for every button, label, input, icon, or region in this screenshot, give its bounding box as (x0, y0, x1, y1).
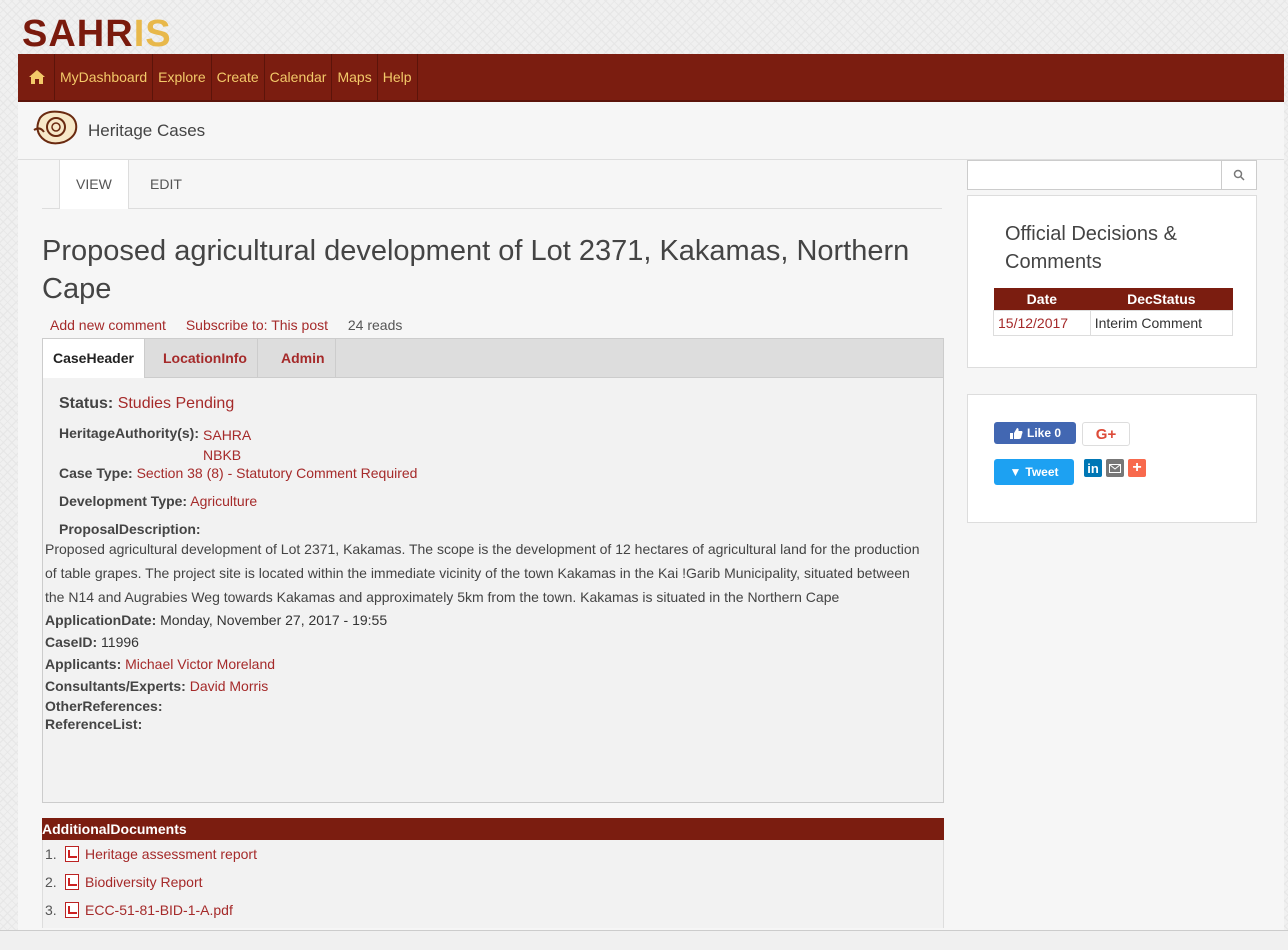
document-link[interactable]: Biodiversity Report (85, 868, 203, 896)
case-id-value: 11996 (101, 634, 139, 650)
document-link[interactable]: Heritage assessment report (85, 840, 257, 868)
consultants-value[interactable]: David Morris (190, 678, 269, 694)
logo-part1: SAHR (22, 13, 134, 55)
additional-documents-list: 1. Heritage assessment report 2. Biodive… (42, 840, 944, 928)
authority-label: HeritageAuthority(s): (59, 425, 200, 441)
case-header-content: Status: Studies Pending HeritageAuthorit… (45, 393, 929, 733)
tab-view[interactable]: VIEW (59, 160, 129, 209)
authority-sahra[interactable]: SAHRA (203, 425, 251, 445)
google-plus-button[interactable]: G+ (1082, 422, 1130, 446)
tweet-label: Tweet (1025, 465, 1059, 479)
linkedin-button[interactable]: in (1084, 459, 1102, 477)
tab-caseheader[interactable]: CaseHeader (43, 339, 145, 378)
authority-nbkb[interactable]: NBKB (203, 445, 251, 465)
horizontal-scrollbar[interactable] (0, 930, 1288, 950)
page-title: Proposed agricultural development of Lot… (42, 235, 910, 305)
case-id-label: CaseID: (45, 634, 98, 650)
main-navbar: MyDashboard Explore Create Calendar Maps… (18, 54, 1284, 102)
breadcrumb-label[interactable]: Heritage Cases (88, 121, 205, 141)
case-tab-panel: CaseHeader LocationInfo Admin Status: St… (42, 338, 944, 803)
case-type-label: Case Type: (59, 465, 133, 481)
nav-calendar[interactable]: Calendar (265, 54, 333, 100)
decision-date[interactable]: 15/12/2017 (993, 310, 1091, 336)
pdf-icon (65, 846, 79, 862)
col-date: Date (993, 288, 1091, 311)
decisions-table: Date DecStatus 15/12/2017 Interim Commen… (993, 288, 1234, 336)
nav-mydashboard[interactable]: MyDashboard (55, 54, 154, 100)
like-label: Like 0 (1026, 426, 1062, 440)
tweet-button[interactable]: ▼ Tweet (994, 459, 1074, 485)
search-input[interactable] (972, 163, 1216, 189)
list-item: 2. Biodiversity Report (43, 868, 943, 896)
applicants-label: Applicants: (45, 656, 122, 672)
heritage-cases-icon (32, 108, 80, 153)
view-edit-tabs: VIEW EDIT (42, 160, 942, 209)
read-count: 24 reads (347, 317, 403, 333)
search-icon (1233, 169, 1245, 181)
add-comment-link[interactable]: Add new comment (50, 317, 166, 333)
email-share-button[interactable] (1106, 459, 1124, 477)
page-container: Heritage Cases VIEW EDIT Proposed agricu… (18, 102, 1284, 930)
application-date-value: Monday, November 27, 2017 - 19:55 (160, 612, 388, 628)
envelope-icon (1109, 463, 1121, 473)
consultants-label: Consultants/Experts: (45, 678, 186, 694)
item-number: 3. (45, 902, 57, 918)
facebook-like-button[interactable]: Like 0 (994, 422, 1076, 444)
subscribe-link[interactable]: Subscribe to: This post (186, 317, 328, 333)
tab-edit[interactable]: EDIT (134, 160, 198, 208)
proposal-description-label: ProposalDescription: (59, 521, 201, 537)
search-box (967, 160, 1257, 190)
reference-list-label: ReferenceList: (45, 716, 143, 732)
col-decstatus: DecStatus (1090, 288, 1233, 311)
list-item: 3. ECC-51-81-BID-1-A.pdf (43, 896, 943, 924)
site-logo[interactable]: SAHRIS (22, 14, 172, 54)
proposal-description: Proposed agricultural development of Lot… (45, 541, 920, 605)
twitter-icon: ▼ (1009, 465, 1022, 479)
item-number: 1. (45, 846, 57, 862)
official-decisions-panel: Official Decisions & Comments Date DecSt… (967, 195, 1257, 368)
nav-help[interactable]: Help (378, 54, 418, 100)
case-type-value[interactable]: Section 38 (8) - Statutory Comment Requi… (137, 465, 418, 481)
tab-locationinfo[interactable]: LocationInfo (153, 339, 258, 377)
nav-create[interactable]: Create (212, 54, 265, 100)
social-share-panel: Like 0 G+ ▼ Tweet in + (967, 394, 1257, 523)
tab-admin[interactable]: Admin (271, 339, 336, 377)
nav-maps[interactable]: Maps (332, 54, 378, 100)
nav-explore[interactable]: Explore (153, 54, 212, 100)
applicants-value[interactable]: Michael Victor Moreland (125, 656, 275, 672)
additional-documents-header: AdditionalDocuments (42, 818, 944, 840)
thumbs-up-icon (1009, 427, 1023, 439)
case-tab-bar: CaseHeader LocationInfo Admin (43, 339, 943, 378)
breadcrumb: Heritage Cases (32, 108, 205, 153)
decisions-title: Official Decisions & Comments (1005, 223, 1177, 273)
item-number: 2. (45, 874, 57, 890)
development-type-label: Development Type: (59, 493, 188, 509)
other-references-label: OtherReferences: (45, 698, 163, 714)
status-value: Studies Pending (117, 395, 235, 412)
table-row: 15/12/2017 Interim Comment (993, 310, 1234, 336)
decision-date-link[interactable]: 15/12/2017 (998, 315, 1068, 331)
pdf-icon (65, 874, 79, 890)
logo-part2: IS (133, 13, 172, 55)
pdf-icon (65, 902, 79, 918)
application-date-label: ApplicationDate: (45, 612, 157, 628)
document-link[interactable]: ECC-51-81-BID-1-A.pdf (85, 896, 233, 924)
decision-status: Interim Comment (1089, 310, 1234, 336)
more-share-button[interactable]: + (1128, 459, 1146, 477)
list-item: 1. Heritage assessment report (43, 840, 943, 868)
home-icon[interactable] (18, 54, 55, 100)
search-button[interactable] (1221, 161, 1256, 189)
post-meta: Add new comment Subscribe to: This post … (50, 317, 402, 333)
development-type-value[interactable]: Agriculture (190, 493, 257, 509)
status-label: Status: (59, 395, 114, 412)
